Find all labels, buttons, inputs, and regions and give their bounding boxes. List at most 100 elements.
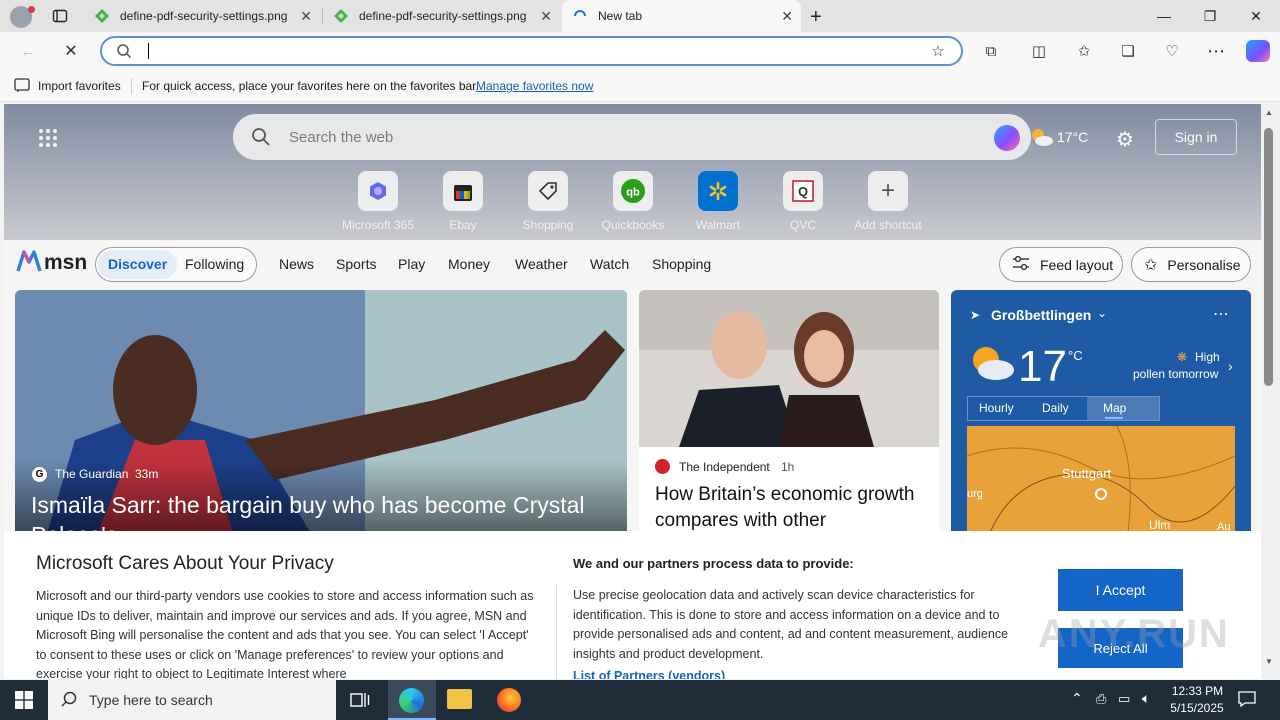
tab-2[interactable]: define-pdf-security-settings.png ✕ xyxy=(323,0,560,32)
weather-tab-hourly[interactable]: Hourly xyxy=(979,401,1014,415)
task-view-icon[interactable] xyxy=(350,690,370,713)
weather-tab-map[interactable]: Map xyxy=(1103,401,1126,415)
accept-cookies-button[interactable]: I Accept xyxy=(1058,569,1183,611)
pollen-level[interactable]: High xyxy=(1195,350,1220,364)
tab-discover[interactable]: Discover xyxy=(108,256,167,272)
second-story-card[interactable]: The Independent 1h How Britain’s economi… xyxy=(639,290,939,540)
profile-notification-dot xyxy=(28,6,35,13)
nav-news[interactable]: News xyxy=(279,256,314,272)
partners-list-link[interactable]: List of Partners (vendors) xyxy=(573,669,725,679)
edge-browser-icon xyxy=(399,688,424,713)
stop-loading-icon[interactable]: ✕ xyxy=(60,40,82,62)
volume-icon[interactable]: 🔈︎ xyxy=(1142,690,1150,707)
nav-watch[interactable]: Watch xyxy=(590,256,629,272)
tray-chevron-icon[interactable]: ⌃ xyxy=(1071,690,1083,707)
tab-title: define-pdf-security-settings.png xyxy=(120,9,288,23)
weather-more-icon[interactable]: ⋯ xyxy=(1213,304,1229,324)
manage-favorites-link[interactable]: Manage favorites now xyxy=(476,79,593,93)
notifications-icon[interactable] xyxy=(1238,690,1256,711)
shortcut-add[interactable]: + Add shortcut xyxy=(848,171,928,232)
web-search-placeholder[interactable]: Search the web xyxy=(289,129,393,146)
msn-logo-icon[interactable] xyxy=(16,249,42,276)
settings-gear-icon[interactable]: ⚙ xyxy=(1116,127,1134,152)
nav-sports[interactable]: Sports xyxy=(336,256,376,272)
shortcut-microsoft365[interactable]: Microsoft 365 xyxy=(338,171,418,232)
close-tab-icon[interactable]: ✕ xyxy=(781,8,793,25)
apps-launcher-icon[interactable] xyxy=(38,128,58,151)
collections-icon[interactable]: ❏ xyxy=(1117,40,1139,62)
tab-actions-icon[interactable] xyxy=(52,8,68,24)
partners-title: We and our partners process data to prov… xyxy=(573,556,854,571)
nav-shopping[interactable]: Shopping xyxy=(652,256,711,272)
scroll-up-icon[interactable]: ▲ xyxy=(1265,108,1273,117)
minimize-icon[interactable]: — xyxy=(1141,0,1187,32)
nav-weather[interactable]: Weather xyxy=(515,256,568,272)
copilot-search-icon[interactable] xyxy=(994,125,1020,151)
second-story-source: The Independent xyxy=(679,460,770,474)
sliders-icon xyxy=(1012,255,1030,274)
feed-layout-button[interactable]: Feed layout xyxy=(999,247,1123,282)
tab-following[interactable]: Following xyxy=(185,256,244,272)
map-tab-underline xyxy=(1105,417,1123,419)
firefox-icon[interactable] xyxy=(497,688,521,712)
scrollbar-thumb[interactable] xyxy=(1264,128,1273,386)
weather-tab-daily[interactable]: Daily xyxy=(1042,401,1069,415)
main-story-age: 33m xyxy=(135,467,159,481)
tab-title: define-pdf-security-settings.png xyxy=(359,9,527,23)
personalise-button[interactable]: ✩ Personalise xyxy=(1131,247,1251,282)
weather-location[interactable]: Großbettlingen xyxy=(991,307,1091,323)
shortcut-shopping[interactable]: Shopping xyxy=(508,171,588,232)
second-story-image xyxy=(639,290,939,447)
favorite-star-icon[interactable]: ☆ xyxy=(927,40,949,62)
network-icon[interactable]: ▭ xyxy=(1118,691,1130,707)
text-caret xyxy=(148,43,149,59)
more-options-icon[interactable]: ⋯ xyxy=(1205,40,1227,62)
qvc-icon: Q xyxy=(783,171,823,211)
nav-play[interactable]: Play xyxy=(398,256,425,272)
shortcut-walmart[interactable]: Walmart xyxy=(678,171,758,232)
browser-essentials-icon[interactable]: ♡ xyxy=(1161,40,1183,62)
copilot-icon[interactable] xyxy=(1246,40,1270,62)
pollen-when[interactable]: pollen tomorrow xyxy=(1133,367,1218,381)
import-favorites-button[interactable]: Import favorites xyxy=(38,79,121,93)
close-tab-icon[interactable]: ✕ xyxy=(540,8,552,25)
address-input[interactable] xyxy=(150,42,910,60)
weather-radar-map[interactable] xyxy=(967,426,1235,540)
nav-money[interactable]: Money xyxy=(448,256,490,272)
favorites-icon[interactable]: ✩ xyxy=(1073,40,1095,62)
svg-text:Q: Q xyxy=(798,184,808,199)
msn-logo-text[interactable]: msn xyxy=(44,251,87,275)
main-story-card[interactable]: G The Guardian 33m Ismaïla Sarr: the bar… xyxy=(15,290,627,540)
guardian-logo-icon: G xyxy=(32,467,47,482)
weather-unit[interactable]: °C xyxy=(1068,348,1083,363)
split-screen-icon[interactable]: ◫ xyxy=(1028,40,1050,62)
walmart-icon xyxy=(698,171,738,211)
weather-next-chevron-icon[interactable]: › xyxy=(1228,358,1233,374)
new-tab-plus-icon[interactable]: + xyxy=(810,6,822,29)
weather-mini-temp[interactable]: 17°C xyxy=(1057,129,1088,145)
partners-body: Use precise geolocation data and activel… xyxy=(573,588,1009,661)
favorites-bar-message: For quick access, place your favorites h… xyxy=(142,79,479,93)
second-story-headline[interactable]: How Britain’s economic growth compares w… xyxy=(655,482,927,534)
tab-1[interactable]: define-pdf-security-settings.png ✕ xyxy=(84,0,320,32)
extensions-icon[interactable]: ⧉ xyxy=(980,40,1002,62)
shortcut-ebay[interactable]: Ebay xyxy=(423,171,503,232)
clock-date[interactable]: 5/15/2025 xyxy=(1166,701,1228,715)
clock-time[interactable]: 12:33 PM xyxy=(1170,684,1225,698)
weather-card[interactable]: ➤ Großbettlingen ⌄ ⋯ 17 °C ❋ High pollen… xyxy=(951,290,1251,540)
sign-in-button[interactable]: Sign in xyxy=(1155,119,1237,155)
close-tab-icon[interactable]: ✕ xyxy=(300,8,312,25)
tab-3-active[interactable]: New tab ✕ xyxy=(562,0,801,32)
file-explorer-icon[interactable] xyxy=(447,689,472,709)
taskbar-search-box[interactable]: Type here to search xyxy=(48,680,336,720)
restore-icon[interactable]: ❐ xyxy=(1187,0,1233,32)
windows-start-icon[interactable] xyxy=(15,691,33,712)
plus-icon: + xyxy=(868,171,908,211)
scroll-down-icon[interactable]: ▼ xyxy=(1265,657,1273,666)
location-chevron-icon[interactable]: ⌄ xyxy=(1097,306,1107,320)
tray-device-icon[interactable]: ⎙ xyxy=(1096,691,1106,707)
back-arrow-icon[interactable]: ← xyxy=(17,40,39,62)
window-close-icon[interactable]: ✕ xyxy=(1233,0,1279,32)
shortcut-quickbooks[interactable]: qb Quickbooks xyxy=(593,171,673,232)
shortcut-qvc[interactable]: Q QVC xyxy=(763,171,843,232)
